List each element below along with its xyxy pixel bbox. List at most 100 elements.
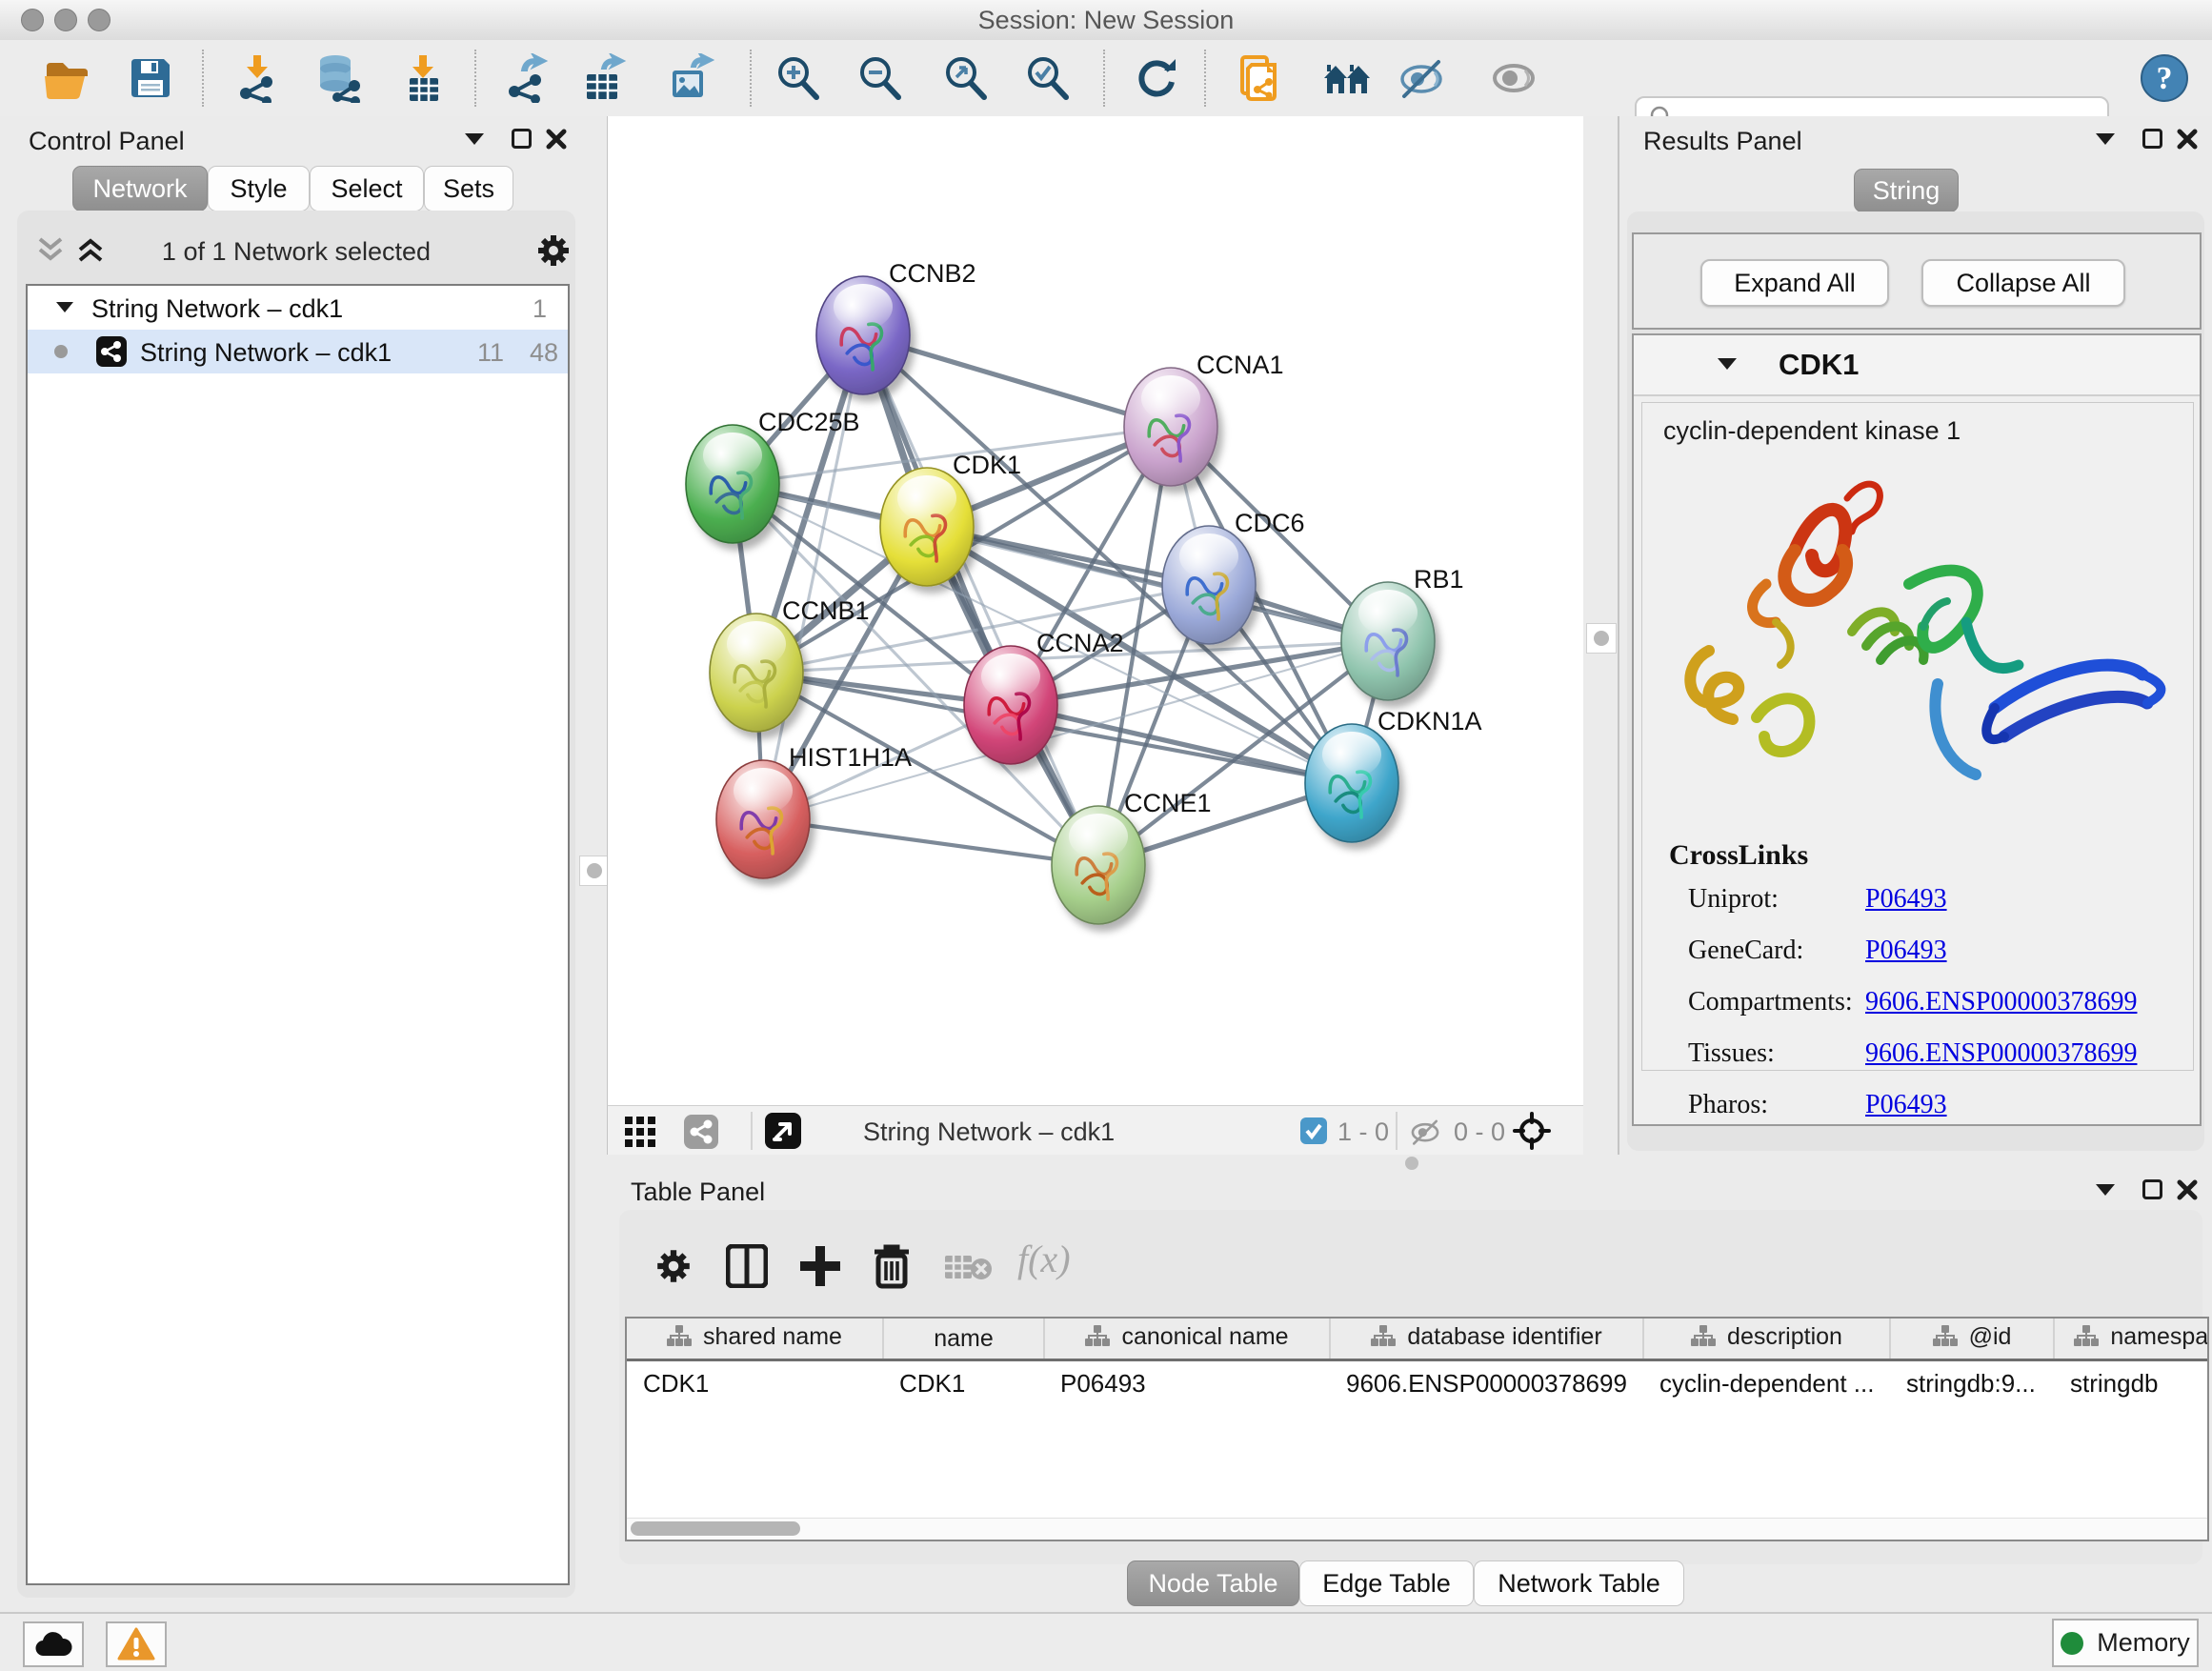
table-hscrollbar[interactable] [627,1518,2207,1540]
panel-menu-icon[interactable] [2096,133,2115,145]
panel-menu-icon[interactable] [2096,1184,2115,1196]
crosshair-icon[interactable] [1513,1112,1551,1150]
network-canvas[interactable]: CCNB2CCNA1CDC25BCDK1CDC6RB1CCNB1CCNA2CDK… [607,116,1584,1105]
tab-sets[interactable]: Sets [424,166,513,211]
string-import-icon[interactable] [1237,53,1286,103]
delete-table-icon[interactable] [943,1252,993,1284]
selected-checkbox-icon[interactable] [1300,1117,1327,1144]
zoom-out-icon[interactable] [855,53,905,103]
add-column-icon[interactable] [798,1244,842,1288]
right-splitter-handle[interactable] [1586,623,1617,654]
panel-close-icon[interactable] [2176,128,2199,151]
network-row-selected[interactable]: String Network – cdk1 11 48 [28,330,568,373]
column-header-canonical-name[interactable]: canonical name [1044,1319,1330,1360]
export-network-icon[interactable] [503,53,553,103]
node-table[interactable]: shared namenamecanonical namedatabase id… [627,1319,2209,1405]
fit-selected-icon[interactable] [765,1113,801,1149]
right-splitter[interactable] [1583,116,1619,1155]
panel-menu-icon[interactable] [465,133,484,145]
panel-close-icon[interactable] [545,128,568,151]
gear-icon[interactable] [534,232,573,270]
warning-status-button[interactable] [106,1621,167,1667]
table-cell[interactable]: P06493 [1044,1360,1330,1406]
column-header-shared-name[interactable]: shared name [627,1319,883,1360]
edge-CCNA2-CDKN1A[interactable] [1011,705,1352,783]
tab-node-table[interactable]: Node Table [1127,1560,1299,1606]
import-network-from-database-icon[interactable] [312,53,362,103]
crosslink-link[interactable]: P06493 [1865,884,1947,915]
cloud-status-button[interactable] [23,1621,84,1667]
zoom-in-icon[interactable] [774,53,823,103]
edge-CCNB2-CCNE1[interactable] [863,335,1098,865]
graph-node-RB1[interactable] [1341,582,1435,700]
crosslink-link[interactable]: 9606.ENSP00000378699 [1865,987,2137,1017]
save-session-icon[interactable] [126,53,175,103]
table-hscrollbar-thumb[interactable] [631,1521,800,1536]
network-collection-row[interactable]: String Network – cdk1 1 [28,286,568,330]
show-panels-eye-icon[interactable] [1489,53,1538,103]
column-header-name[interactable]: name [883,1319,1044,1360]
table-cell[interactable]: stringdb:9... [1890,1360,2054,1406]
zoom-fit-icon[interactable] [941,53,991,103]
open-session-icon[interactable] [42,53,91,103]
table-cell[interactable]: stringdb [2054,1360,2209,1406]
table-gear-icon[interactable] [654,1246,694,1286]
crosslink-link[interactable]: 9606.ENSP00000378699 [1865,1038,2137,1069]
protein-card-header[interactable]: CDK1 [1634,335,2200,396]
tree-expander-icon[interactable] [56,302,73,312]
graph-node-CDC6[interactable] [1162,526,1256,644]
left-splitter-handle[interactable] [579,856,610,886]
memory-button[interactable]: Memory [2052,1619,2199,1667]
hidden-eye-icon[interactable] [1409,1116,1441,1148]
zoom-selected-icon[interactable] [1023,53,1073,103]
export-table-icon[interactable] [579,53,629,103]
tab-network[interactable]: Network [72,166,208,211]
crosslink-link[interactable]: P06493 [1865,1090,1947,1120]
graph-node-CCNE1[interactable] [1052,806,1145,924]
column-header--id[interactable]: @id [1890,1319,2054,1360]
graph-node-HIST1H1A[interactable] [716,760,810,878]
tab-edge-table[interactable]: Edge Table [1299,1560,1474,1606]
table-cell[interactable]: CDK1 [627,1360,883,1406]
column-header-namespac[interactable]: namespac [2054,1319,2209,1360]
import-table-icon[interactable] [398,53,448,103]
column-header-database-identifier[interactable]: database identifier [1330,1319,1643,1360]
graph-node-CCNA2[interactable] [964,646,1057,764]
help-icon[interactable]: ? [2140,53,2189,103]
hide-panels-eye-icon[interactable] [1397,53,1446,103]
crosslink-link[interactable]: P06493 [1865,936,1947,966]
expand-all-button[interactable]: Expand All [1700,259,1889,307]
export-image-icon[interactable] [665,53,714,103]
table-cell[interactable]: CDK1 [883,1360,1044,1406]
table-cell[interactable]: 9606.ENSP00000378699 [1330,1360,1643,1406]
panel-float-icon[interactable] [2142,1179,2162,1199]
tab-select[interactable]: Select [310,166,424,211]
refresh-icon[interactable] [1132,53,1181,103]
panel-close-icon[interactable] [2176,1178,2199,1201]
splitter-grip-dot[interactable] [1405,1157,1418,1170]
network-share-icon[interactable] [684,1115,718,1149]
graph-node-CDK1[interactable] [880,468,974,586]
graph-node-CDC25B[interactable] [686,425,779,543]
table-row[interactable]: CDK1CDK1P064939606.ENSP00000378699cyclin… [627,1360,2209,1406]
graph-node-CCNB2[interactable] [816,276,910,394]
panel-float-icon[interactable] [512,129,532,149]
show-columns-icon[interactable] [726,1244,768,1288]
tab-string[interactable]: String [1854,169,1959,212]
tab-style[interactable]: Style [208,166,310,211]
delete-column-icon[interactable] [871,1242,913,1290]
card-expander-icon[interactable] [1718,358,1737,370]
tab-network-table[interactable]: Network Table [1474,1560,1684,1606]
table-cell[interactable]: cyclin-dependent ... [1643,1360,1890,1406]
column-header-description[interactable]: description [1643,1319,1890,1360]
function-builder-icon[interactable]: f(x) [1017,1237,1071,1281]
collapse-all-button[interactable]: Collapse All [1921,259,2125,307]
graph-node-CDKN1A[interactable] [1305,724,1398,842]
edge-CCNE1-HIST1H1A[interactable] [763,819,1098,865]
birdseye-grid-icon[interactable] [625,1117,655,1147]
graph-node-CCNA1[interactable] [1124,368,1217,486]
graph-node-CCNB1[interactable] [710,614,803,732]
network-graph[interactable]: CCNB2CCNA1CDC25BCDK1CDC6RB1CCNB1CCNA2CDK… [608,116,1584,1105]
homes-icon[interactable] [1322,53,1372,103]
import-network-icon[interactable] [232,53,282,103]
